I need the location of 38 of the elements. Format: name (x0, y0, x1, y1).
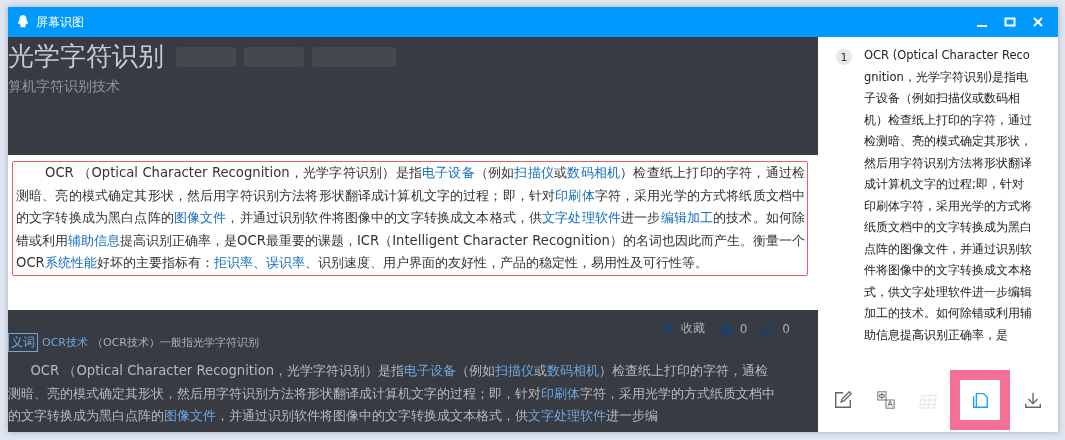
link[interactable]: 扫描仪 (514, 165, 555, 180)
share-icon (761, 321, 777, 336)
penguin-icon (16, 14, 30, 30)
link[interactable]: 印刷体 (555, 187, 595, 203)
article-paragraph: OCR （Optical Character Recognition，光学字符识别）是指电子设备（例如扫描仪或数码相机）检查纸上打印的字符，通检测暗、亮的模式确定其形状，然后用字符识别方法将形状翻译成计算机文字的过程；即，针对印刷体字符，采用光学的方式纸质文档中的文字转换成为黑白点阵的图像文件，并通过识别软件将图像中的文字转换成文本格式，供文字处理软件进一步编 (8, 362, 776, 425)
page-title: 光学字符识别 (8, 40, 164, 73)
link[interactable]: 文字处理软件 (528, 408, 606, 423)
link[interactable]: 电子设备 (421, 165, 475, 180)
star-icon (659, 321, 675, 336)
synonym-text: （OCR技术）一般指光学字符识别 (92, 335, 259, 350)
action-label[interactable]: 0 (782, 321, 790, 336)
link[interactable]: 编辑加工 (660, 210, 714, 225)
link[interactable]: 辅助信息 (68, 232, 121, 248)
link[interactable]: 扫描仪 (495, 363, 535, 378)
synonym-link[interactable]: OCR技术 (42, 335, 88, 350)
link[interactable]: 数码相机 (547, 363, 600, 378)
link[interactable]: 数码相机 (567, 165, 621, 180)
link[interactable]: 图像文件 (164, 408, 216, 423)
close-icon (1032, 16, 1044, 28)
maximize-icon (1004, 16, 1016, 28)
thumbs-up-icon (718, 321, 734, 336)
window-title: 屏幕识图 (36, 13, 84, 31)
link[interactable]: 拒识率 (213, 255, 253, 270)
recognized-text: OCR (Optical Character Recognition，光学字符识别)是指电子设备（例如扫描仪或数码相机）检查纸上打印的字符，通过检测暗、亮的模式确定其形状，然后用字符识别方法将形状翻译成计算机文字的过程;即，针对印刷体字符，采用光学的方式将纸质文档中的文字转换成为黑白点阵的图像文件，并通过识别软件将图像中的文字转换成文本格式，供文字处理软件进一步编辑加工的技术。如何除错或利用辅助信息提高识别正确率，是 (864, 47, 1032, 344)
copy-button[interactable] (950, 370, 1011, 430)
selected-paragraph: OCR （Optical Character Recognition，光学字符识别）是指电子设备（例如扫描仪或数码相机）检查纸上打印的字符，通过检测暗、亮的模式确定其形状，然后用字符识别方法将形状翻译成计算机文字的过程；即，针对印刷体字符，采用光学的方式将纸质文档中的文字转换成为黑白点阵的图像文件，并通过识别软件将图像中的文字转换成文本格式，供文字处理软件进一步编辑加工的技术。如何除错或利用辅助信息提高识别正确率，是OCR最重要的课题，ICR（Intelligent Character Recognition）的名词也因此而产生。衡量一个OCR系统性能好坏的主要指标有：拒识率、误识率、识别速度、用户界面的友好性，产品的稳定性，易用性及可行性等。 (12, 161, 808, 276)
link[interactable]: 文字处理软件 (542, 210, 622, 225)
synonym-tag: 义词 (8, 333, 38, 352)
minimize-icon (977, 25, 987, 27)
link[interactable]: 图像文件 (173, 210, 227, 225)
action-label[interactable]: 收藏 (680, 320, 705, 337)
link[interactable]: 系统性能 (44, 255, 97, 270)
action-label[interactable]: 0 (739, 321, 748, 336)
link[interactable]: 电子设备 (404, 363, 457, 378)
page-subtitle: 算机字符识别技术 (8, 78, 121, 96)
link[interactable]: 误识率 (265, 255, 305, 270)
result-number: 1 (836, 49, 852, 65)
link[interactable]: 印刷体 (541, 385, 580, 401)
